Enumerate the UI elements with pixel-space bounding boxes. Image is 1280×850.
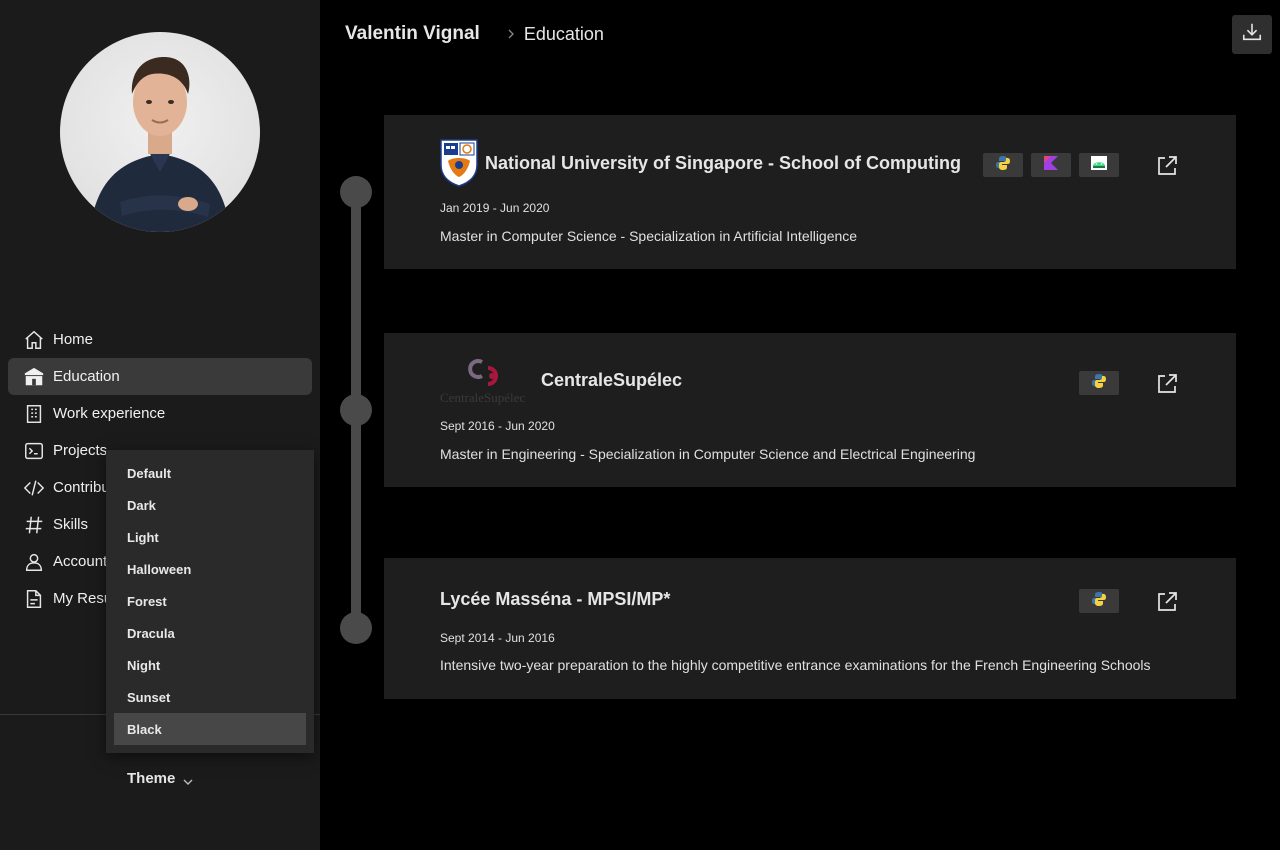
breadcrumb-current-page: Education [523,23,604,44]
tech-badge [1031,153,1071,177]
nav-item-label: Skills [53,516,89,533]
card-header: Lycée Masséna - MPSI/MP* [440,589,670,610]
card-dates: Jan 2019 - Jun 2020 [440,201,550,215]
kotlin-icon [1043,155,1059,176]
education-card: National University of Singapore - Schoo… [384,115,1236,269]
theme-option-halloween[interactable]: Halloween [114,553,306,585]
python-icon [1091,591,1107,612]
document-icon [22,587,46,611]
hashtag-icon [22,513,46,537]
download-button[interactable] [1232,15,1272,54]
centralesupelec-logo: CentraleSupélec [440,356,535,405]
python-icon [1091,373,1107,394]
card-dates: Sept 2014 - Jun 2016 [440,631,555,645]
chevron-right-icon [507,27,515,42]
nav-item-home[interactable]: Home [8,321,312,358]
education-card: Lycée Masséna - MPSI/MP* Sept 2014 - Jun… [384,558,1236,699]
nav-item-education[interactable]: Education [8,358,312,395]
theme-option-light[interactable]: Light [114,521,306,553]
school-icon [22,365,46,389]
card-title: CentraleSupélec [541,369,683,390]
timeline-dot [340,612,372,644]
timeline-dot [340,394,372,426]
card-title: National University of Singapore - Schoo… [485,152,962,173]
terminal-icon [22,439,46,463]
tech-badge [1079,153,1119,177]
theme-label: Theme [127,770,176,787]
code-icon [22,476,46,500]
nav-item-label: Projects [53,442,108,459]
external-link-icon[interactable] [1155,154,1179,178]
theme-option-night[interactable]: Night [114,649,306,681]
card-description: Master in Engineering - Specialization i… [440,446,976,462]
android-icon [1090,155,1108,176]
theme-option-dark[interactable]: Dark [114,489,306,521]
tech-badge [983,153,1023,177]
card-title: Lycée Masséna - MPSI/MP* [440,589,671,609]
theme-button[interactable]: Theme [127,770,193,787]
home-icon [22,328,46,352]
theme-option-dracula[interactable]: Dracula [114,617,306,649]
timeline-dot [340,176,372,208]
theme-option-black[interactable]: Black [114,713,306,745]
theme-option-forest[interactable]: Forest [114,585,306,617]
nav-item-label: Home [53,331,94,348]
card-description: Master in Computer Science - Specializat… [440,228,858,244]
nav-item-label: Work experience [53,405,166,422]
tech-badge [1079,371,1119,395]
breadcrumb-home-name[interactable]: Valentin Vignal [345,23,480,45]
chevron-down-icon [183,774,193,785]
nav-item-work-experience[interactable]: Work experience [8,395,312,432]
external-link-icon[interactable] [1155,590,1179,614]
education-card: CentraleSupélec CentraleSupélec Sept 201… [384,333,1236,487]
card-header: National University of Singapore - Schoo… [440,139,961,187]
theme-option-default[interactable]: Default [114,457,306,489]
card-header: CentraleSupélec CentraleSupélec [440,356,683,405]
card-dates: Sept 2016 - Jun 2020 [440,419,555,433]
theme-option-sunset[interactable]: Sunset [114,681,306,713]
theme-dropdown: Default Dark Light Halloween Forest Drac… [106,450,314,753]
building-icon [22,402,46,426]
nus-logo [440,139,478,187]
person-icon [22,550,46,574]
download-icon [1241,21,1263,48]
nav-item-label: Account [53,553,108,570]
avatar [60,32,260,232]
external-link-icon[interactable] [1155,372,1179,396]
logo-text: CentraleSupélec [440,390,526,405]
nav-item-label: Education [53,368,120,385]
card-description: Intensive two-year preparation to the hi… [440,657,1151,673]
tech-badge [1079,589,1119,613]
breadcrumb: Valentin Vignal Education [345,22,604,46]
python-icon [995,155,1011,176]
